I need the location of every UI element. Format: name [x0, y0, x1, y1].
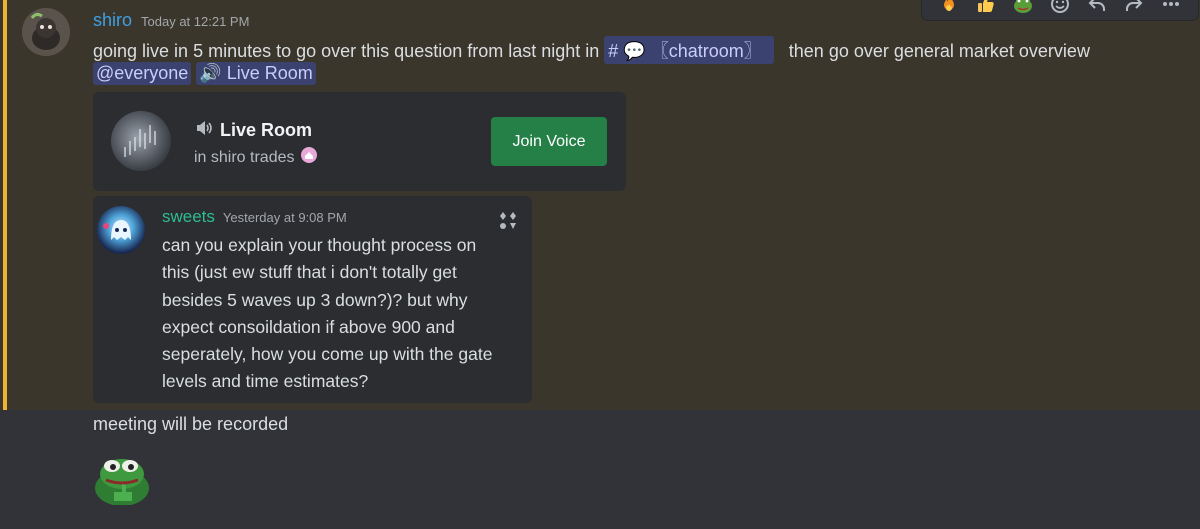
more-icon[interactable] — [1159, 0, 1183, 21]
avatar[interactable] — [22, 8, 70, 56]
message-content-line-1: going live in 5 minutes to go over this … — [93, 36, 1090, 64]
quoted-message-card: sweets Yesterday at 9:08 PM can you expl… — [93, 196, 532, 403]
quoted-line: expect consoildation if above 900 and — [162, 316, 455, 337]
followup-message-text: meeting will be recorded — [93, 414, 289, 434]
voice-invite-card: Live Room in shiro trades Join Voice — [93, 92, 626, 191]
message-content-line-2: @everyone 🔊 Live Room — [93, 62, 316, 85]
message-text-part1: going live in 5 minutes to go over this … — [93, 41, 600, 61]
forward-icon[interactable] — [1122, 0, 1146, 21]
quoted-line: can you explain your thought process on — [162, 235, 477, 255]
quoted-line: seperately, how you come up with the gat… — [162, 344, 493, 365]
quoted-author[interactable]: sweets — [162, 207, 215, 227]
quoted-line: levels and time estimates? — [162, 371, 369, 392]
quoted-avatar[interactable] — [97, 206, 145, 254]
frog-emoji-icon[interactable] — [1011, 0, 1035, 21]
voice-channel-title: Live Room — [220, 120, 313, 140]
join-voice-button[interactable]: Join Voice — [491, 117, 607, 166]
pepe-thumbs-up-sticker[interactable] — [92, 452, 152, 506]
jump-to-message-icon[interactable] — [497, 210, 519, 232]
mention-highlight-bar — [3, 0, 7, 410]
voice-channel-mention[interactable]: 🔊 Live Room — [196, 62, 316, 85]
message-text-part2: then go over general market overview — [788, 41, 1090, 61]
fire-emoji-icon[interactable] — [937, 0, 961, 21]
quoted-line: this (just ew stuff that i don't totally… — [162, 262, 457, 283]
quoted-line: besides 5 waves up 3 down?)? but why — [162, 289, 468, 310]
add-reaction-icon[interactable] — [1048, 0, 1072, 21]
server-badge-icon — [300, 146, 318, 169]
message-author[interactable]: shiro — [93, 10, 132, 31]
thumbs-up-emoji-icon[interactable] — [974, 0, 998, 21]
everyone-mention[interactable]: @everyone — [93, 62, 192, 85]
voice-server-name: in shiro trades — [194, 148, 295, 166]
channel-mention[interactable]: # 💬 〖chatroom〗 — [604, 36, 774, 64]
speaker-icon — [194, 118, 214, 143]
message-timestamp: Today at 12:21 PM — [141, 14, 250, 29]
quoted-message-text: can you explain your thought process on … — [162, 232, 522, 396]
reply-icon[interactable] — [1085, 0, 1109, 21]
server-icon — [111, 111, 171, 171]
message-actions-bar — [922, 0, 1198, 20]
quoted-timestamp: Yesterday at 9:08 PM — [222, 210, 347, 225]
